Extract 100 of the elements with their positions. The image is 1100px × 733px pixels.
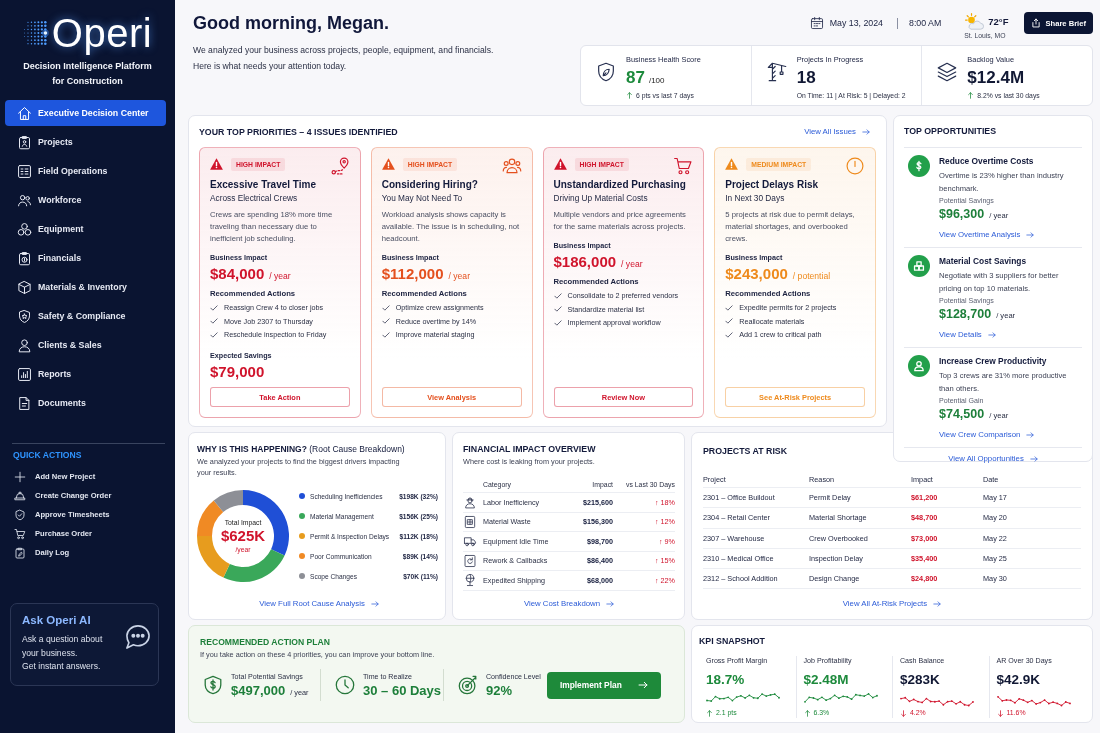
document-icon <box>17 395 32 411</box>
people-icon <box>17 192 32 208</box>
layers-icon <box>936 61 959 83</box>
nav-item[interactable]: Projects <box>5 129 166 155</box>
kpi-value: $283K <box>900 671 941 689</box>
priority-subtitle: Driving Up Material Costs <box>553 193 649 204</box>
crates-icon <box>908 255 930 277</box>
impact-amount: $243,000 <box>725 265 788 283</box>
nav-item[interactable]: Safety & Compliance <box>5 303 166 329</box>
nav-item[interactable]: Materials & Inventory <box>5 274 166 300</box>
temperature: 72°F <box>988 15 1009 27</box>
nav-item[interactable]: Workforce <box>5 187 166 213</box>
implement-plan-button[interactable]: Implement Plan <box>546 671 661 699</box>
metric-value: 92% <box>486 681 513 699</box>
total-value: $625K <box>220 527 266 545</box>
date-text: May 13, 2024 <box>829 18 883 28</box>
clock-icon <box>845 156 865 176</box>
savings-amount: $79,000 <box>210 362 265 381</box>
section-title: FINANCIAL IMPACT OVERVIEW <box>463 443 597 455</box>
share-icon <box>1031 18 1042 28</box>
priority-subtitle: You May Not Need To <box>381 193 463 204</box>
nav-item[interactable]: Documents <box>5 390 166 416</box>
shield-icon <box>17 308 32 324</box>
priority-subtitle: In Next 30 Days <box>725 193 786 204</box>
nav-item[interactable]: Financials <box>5 245 166 271</box>
bar-chart-icon <box>17 366 32 382</box>
impact-amount: $186,000 <box>553 253 617 271</box>
arrow-right-icon <box>637 680 648 690</box>
people-icon <box>501 156 522 176</box>
sun-cloud-icon <box>964 12 985 30</box>
section-title: TOP OPPORTUNITIES <box>904 125 998 137</box>
metric-value: $497,000 <box>231 681 286 699</box>
arrow-right-icon <box>862 128 870 136</box>
metric-value: 87 <box>626 68 645 88</box>
period-label: / year <box>621 259 643 269</box>
clipboard-icon <box>14 546 26 559</box>
period-label: / year <box>269 271 291 281</box>
arrow-right-icon <box>1029 455 1038 463</box>
kpi-value: $42.9K <box>996 671 1042 689</box>
hard-hat-icon <box>14 489 26 502</box>
savings-amount: $74,500 <box>939 407 985 421</box>
assistant-text: Ask a question about your business. <box>22 633 104 660</box>
nav-item[interactable]: Clients & Sales <box>5 332 166 358</box>
checklist-icon <box>17 163 32 179</box>
worker-icon <box>463 495 477 510</box>
kpi-value: $2.48M <box>803 671 850 689</box>
cart-icon <box>14 527 26 540</box>
savings-amount: $128,700 <box>939 307 992 321</box>
nav-item[interactable]: Field Operations <box>5 158 166 184</box>
nav-item[interactable]: Executive Decision Center <box>5 100 166 126</box>
clipboard-icon <box>17 134 32 150</box>
calendar-icon <box>809 16 824 30</box>
priority-subtitle: Across Electrical Crews <box>210 193 299 204</box>
section-title: YOUR TOP PRIORITIES – 4 ISSUES IDENTIFIED <box>199 126 398 138</box>
tagline: Decision Intelligence Platform for Construction <box>22 60 153 88</box>
assistant-title: Ask Operi AI <box>22 613 92 628</box>
impact-amount: $112,000 <box>381 265 444 283</box>
window-icon <box>463 514 477 529</box>
kpi-value: 18.7% <box>706 671 746 689</box>
shield-icon <box>595 61 617 83</box>
arrow-right-icon <box>987 331 996 339</box>
arrow-right-icon <box>370 600 379 608</box>
metric-value: 30 – 60 Days <box>363 681 442 699</box>
shield-dollar-icon <box>202 674 224 696</box>
metric-value: 18 <box>796 68 816 88</box>
intro-text: Here is what needs your attention today. <box>193 60 348 73</box>
time-text: 8:00 AM <box>909 18 942 28</box>
section-title: KPI SNAPSHOT <box>699 635 766 647</box>
greeting: Good morning, Megan. <box>193 12 390 34</box>
assistant-subtext: Get instant answers. <box>22 660 102 673</box>
section-title: RECOMMENDED ACTION PLAN <box>200 636 332 648</box>
arrow-right-icon <box>606 600 615 608</box>
nav-item[interactable]: Reports <box>5 361 166 387</box>
opportunity-title: Reduce Overtime Costs <box>939 155 1035 167</box>
priority-title: Project Delays Risk <box>725 179 820 191</box>
brand-name: Operi <box>51 11 153 55</box>
chat-bubble-icon <box>124 623 152 651</box>
savings-amount: $96,300 <box>939 207 985 221</box>
shield-check-icon <box>14 508 26 521</box>
period-label: / year <box>448 271 470 281</box>
priority-title: Unstandardized Purchasing <box>553 179 687 191</box>
person-icon <box>17 337 32 353</box>
nav-item[interactable]: Equipment <box>5 216 166 242</box>
target-icon <box>457 674 479 696</box>
priority-title: Considering Hiring? <box>381 179 479 191</box>
section-title: PROJECTS AT RISK <box>703 445 789 457</box>
impact-amount: $84,000 <box>210 265 265 283</box>
home-icon <box>17 105 32 121</box>
arrow-right-icon <box>933 600 942 608</box>
priority-title: Excessive Travel Time <box>210 179 317 191</box>
clipboard-icon <box>17 250 32 266</box>
globe-icon <box>463 573 477 588</box>
refresh-icon <box>463 553 477 568</box>
section-title: WHY IS THIS HAPPENING? (Root Cause Breakdown) <box>197 443 406 455</box>
intro-text: We analyzed your business across projects, people, equipment, and financials. <box>193 44 494 57</box>
dollar-icon <box>908 155 930 177</box>
truck-icon <box>463 534 477 549</box>
circles-icon <box>17 221 32 237</box>
period-label: / potential <box>792 271 831 281</box>
person-icon <box>908 355 930 377</box>
